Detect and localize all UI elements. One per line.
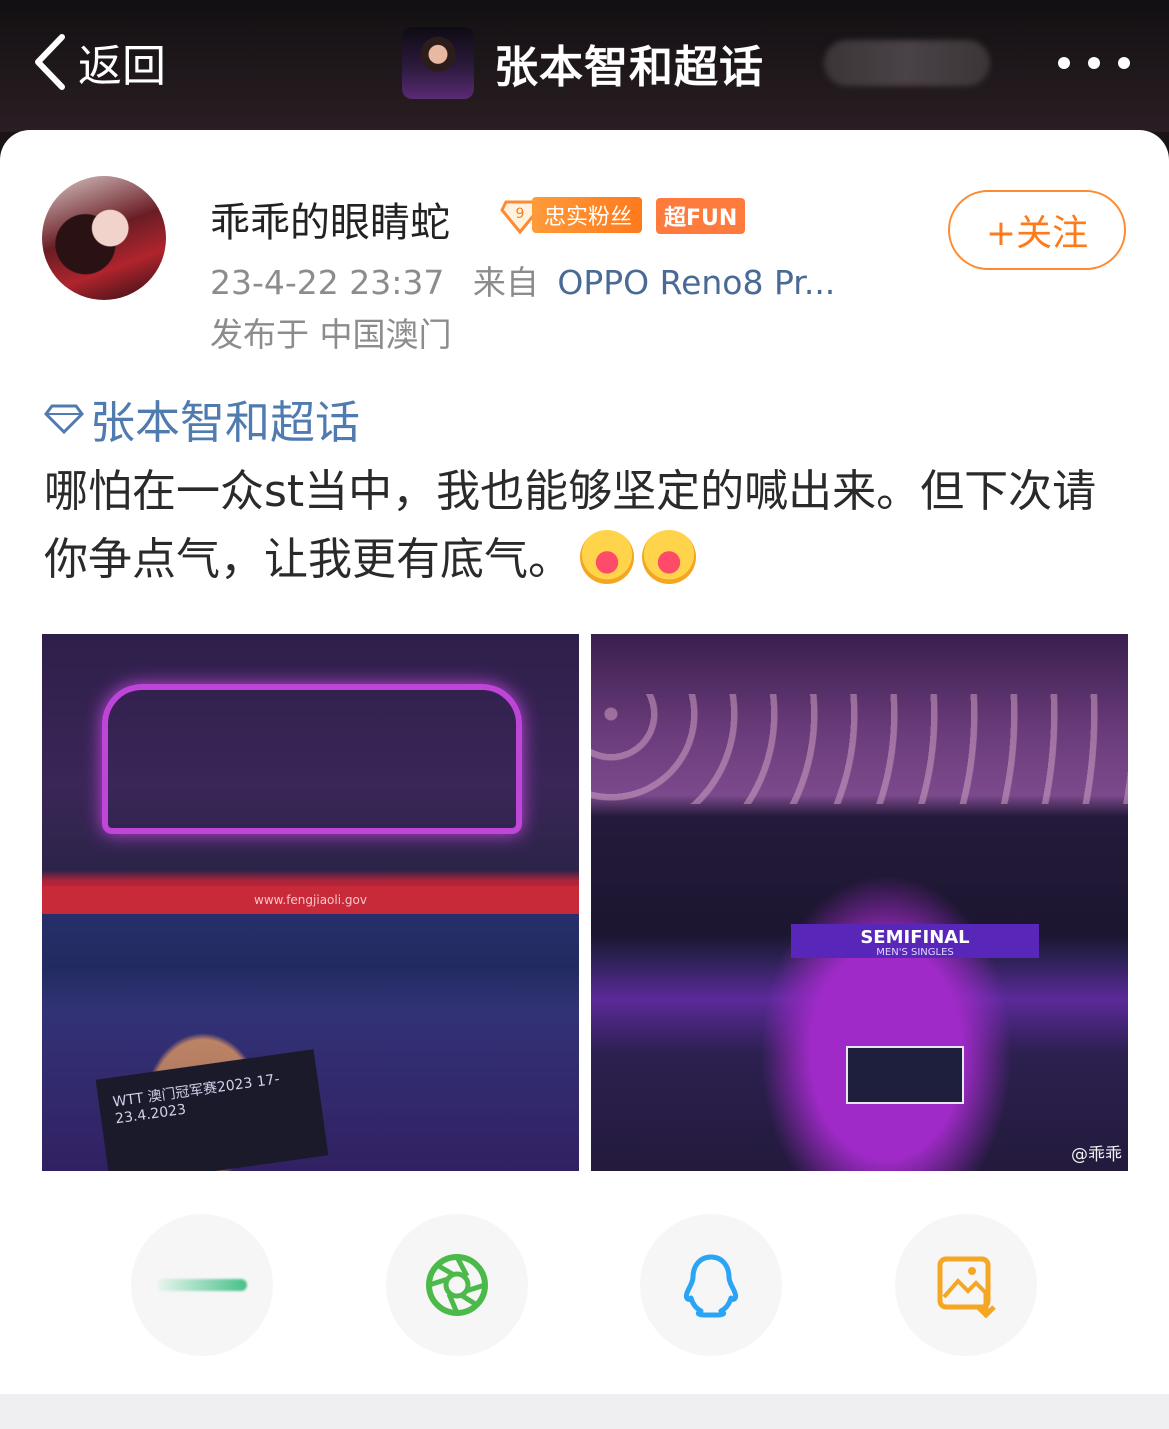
blurred-app-icon [157, 1279, 247, 1291]
blurred-pill [824, 40, 990, 86]
chevron-left-icon [35, 34, 65, 90]
device-link[interactable]: OPPO Reno8 Pr... [557, 263, 835, 302]
table-tennis-table [846, 1046, 964, 1104]
semifinal-board: SEMIFINAL MEN'S SINGLES [791, 924, 1039, 958]
post-meta: 23-4-22 23:37 来自 OPPO Reno8 Pr... [210, 256, 835, 304]
topic-header[interactable]: 张本智和超话 [402, 26, 764, 100]
fan-level: 9 [516, 206, 525, 222]
arena-banner: www.fengjiaoli.gov [42, 886, 579, 914]
username[interactable]: 乖乖的眼睛蛇 [210, 190, 450, 248]
timestamp: 23-4-22 23:37 [210, 263, 445, 302]
top-navigation-bar: 返回 张本智和超话 [0, 0, 1169, 132]
post-image-1[interactable]: www.fengjiaoli.gov WTT 澳门冠军赛2023 17-23.4… [42, 634, 579, 1171]
post-body: 哪怕在一众st当中，我也能够坚定的喊出来。但下次请你争点气，让我更有底气。 [44, 466, 1097, 585]
semifinal-subtitle: MEN'S SINGLES [876, 947, 954, 958]
fan-badge[interactable]: 9 忠实粉丝 [500, 196, 643, 234]
save-image-icon [937, 1256, 996, 1319]
arena-neon-lights [102, 684, 522, 834]
dot-icon [1118, 57, 1130, 69]
topic-avatar [402, 27, 474, 99]
crowd-stands [591, 694, 1128, 804]
topic-link[interactable]: 张本智和超话 [44, 390, 360, 449]
back-button[interactable]: 返回 [30, 30, 166, 94]
post-location: 发布于 中国澳门 [210, 315, 452, 354]
share-blurred-app-button[interactable] [131, 1214, 273, 1356]
weibo-watermark: @乖乖 [1071, 1145, 1122, 1165]
topic-link-label: 张本智和超话 [90, 395, 361, 449]
follow-button[interactable]: +关注 [948, 190, 1126, 270]
hugging-face-emoji [580, 530, 634, 584]
hugging-face-emoji [642, 530, 696, 584]
moments-icon [426, 1254, 488, 1316]
share-qq-button[interactable] [640, 1214, 782, 1356]
post-text: 哪怕在一众st当中，我也能够坚定的喊出来。但下次请你争点气，让我更有底气。 [44, 458, 1134, 594]
more-options-button[interactable] [1058, 46, 1130, 80]
source-prefix: 来自 [472, 263, 539, 302]
event-ticket: WTT 澳门冠军赛2023 17-23.4.2023 [95, 1049, 329, 1171]
qq-icon [684, 1254, 738, 1318]
save-image-button[interactable] [895, 1214, 1037, 1356]
post-image-2[interactable]: SEMIFINAL MEN'S SINGLES @乖乖 [591, 634, 1128, 1171]
fan-badge-label: 忠实粉丝 [532, 197, 643, 233]
user-avatar[interactable] [42, 176, 166, 300]
diamond-icon [44, 404, 84, 434]
semifinal-title: SEMIFINAL [860, 927, 970, 948]
page-title: 张本智和超话 [494, 42, 764, 93]
super-fun-badge[interactable]: 超FUN [656, 198, 746, 234]
back-label: 返回 [78, 41, 166, 92]
share-moments-button[interactable] [386, 1214, 528, 1356]
dot-icon [1088, 57, 1100, 69]
dot-icon [1058, 57, 1070, 69]
bottom-divider [0, 1394, 1169, 1429]
